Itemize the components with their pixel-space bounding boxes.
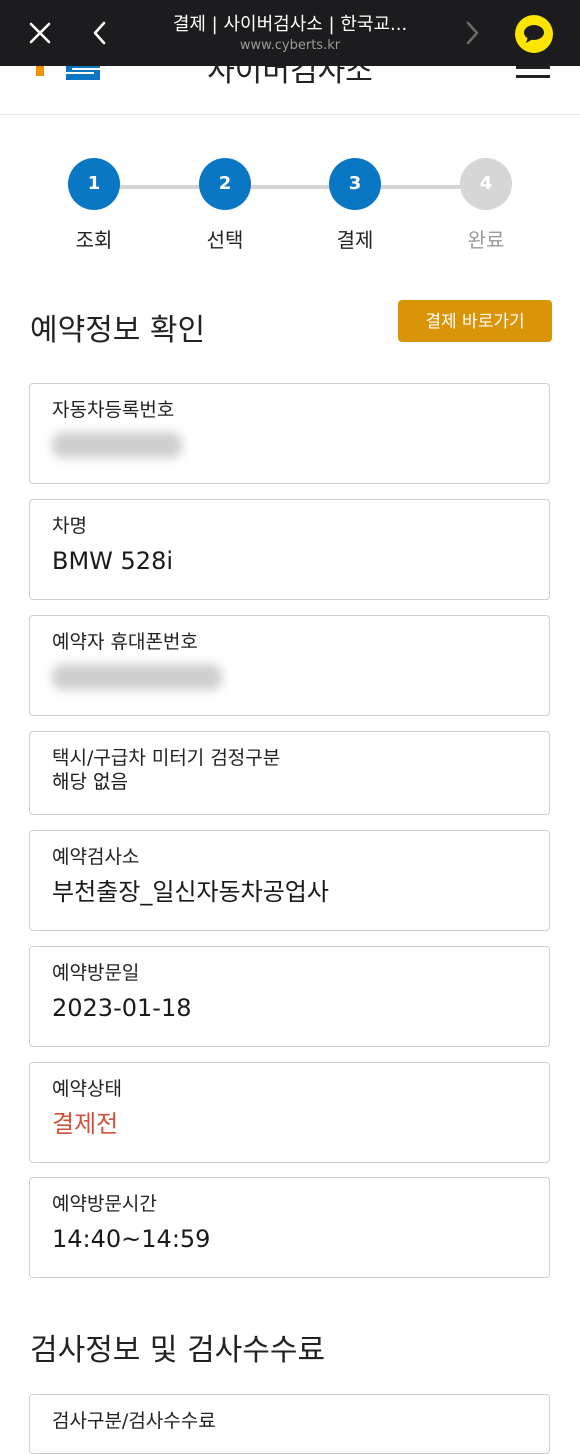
step-number: 3	[329, 158, 381, 210]
field-label: 예약방문일	[52, 962, 140, 984]
site-logo-icon[interactable]	[36, 66, 106, 82]
field-value: 14:40~14:59	[52, 1225, 211, 1253]
step-number: 4	[460, 158, 512, 210]
step-label: 선택	[206, 228, 244, 252]
section-title-inspection: 검사정보 및 검사수수료	[30, 1333, 326, 1368]
field-label: 차명	[52, 515, 87, 537]
section-title-reservation: 예약정보 확인	[30, 313, 206, 348]
step-number: 1	[68, 158, 120, 210]
hamburger-menu-icon[interactable]	[516, 66, 550, 82]
field-value: 2023-01-18	[52, 994, 192, 1022]
field-inspection-type: 검사구분/검사수수료	[29, 1394, 550, 1454]
chat-bubble-icon	[524, 25, 544, 43]
go-to-payment-button[interactable]: 결제 바로가기	[398, 300, 552, 342]
step-1: 1 조회	[39, 158, 149, 253]
step-label: 조회	[75, 228, 113, 252]
step-label: 결제	[336, 228, 374, 252]
site-title: 사이버검사소	[207, 66, 373, 89]
field-visit-date: 예약방문일 2023-01-18	[29, 946, 550, 1047]
step-3: 3 결제	[300, 158, 410, 253]
site-header: 사이버검사소	[0, 66, 580, 115]
forward-icon[interactable]	[460, 19, 484, 47]
field-label: 예약검사소	[52, 846, 140, 868]
field-label: 자동차등록번호	[52, 399, 175, 421]
field-label: 예약자 휴대폰번호	[52, 631, 198, 653]
field-car-number: 자동차등록번호	[29, 383, 550, 484]
field-visit-time: 예약방문시간 14:40~14:59	[29, 1177, 550, 1278]
kakaotalk-button[interactable]	[515, 15, 553, 53]
redacted-value	[52, 664, 222, 690]
field-label: 택시/구급차 미터기 검정구분	[52, 747, 281, 769]
field-value: 해당 없음	[52, 771, 128, 793]
field-label: 예약방문시간	[52, 1193, 157, 1215]
field-value: 부천출장_일신자동차공업사	[52, 878, 329, 906]
browser-title: 결제 | 사이버검사소 | 한국교...	[172, 14, 408, 35]
field-label: 예약상태	[52, 1078, 122, 1100]
field-car-name: 차명 BMW 528i	[29, 499, 550, 600]
step-number: 2	[199, 158, 251, 210]
status-value: 결제전	[52, 1110, 119, 1138]
field-phone: 예약자 휴대폰번호	[29, 615, 550, 716]
field-status: 예약상태 결제전	[29, 1062, 550, 1163]
field-value: BMW 528i	[52, 547, 174, 575]
progress-stepper: 1 조회 2 선택 3 결제 4 완료	[0, 158, 580, 258]
field-meter-check: 택시/구급차 미터기 검정구분 해당 없음	[29, 731, 550, 815]
back-icon[interactable]	[88, 19, 112, 47]
redacted-value	[52, 432, 182, 458]
browser-toolbar: 결제 | 사이버검사소 | 한국교... www.cyberts.kr	[0, 0, 580, 66]
browser-url: www.cyberts.kr	[239, 38, 341, 53]
field-center: 예약검사소 부천출장_일신자동차공업사	[29, 830, 550, 931]
step-2: 2 선택	[170, 158, 280, 253]
close-icon[interactable]	[26, 19, 54, 47]
step-label: 완료	[467, 228, 505, 252]
stepper-track	[94, 185, 486, 189]
field-label: 검사구분/검사수수료	[52, 1410, 216, 1432]
step-4: 4 완료	[431, 158, 541, 253]
